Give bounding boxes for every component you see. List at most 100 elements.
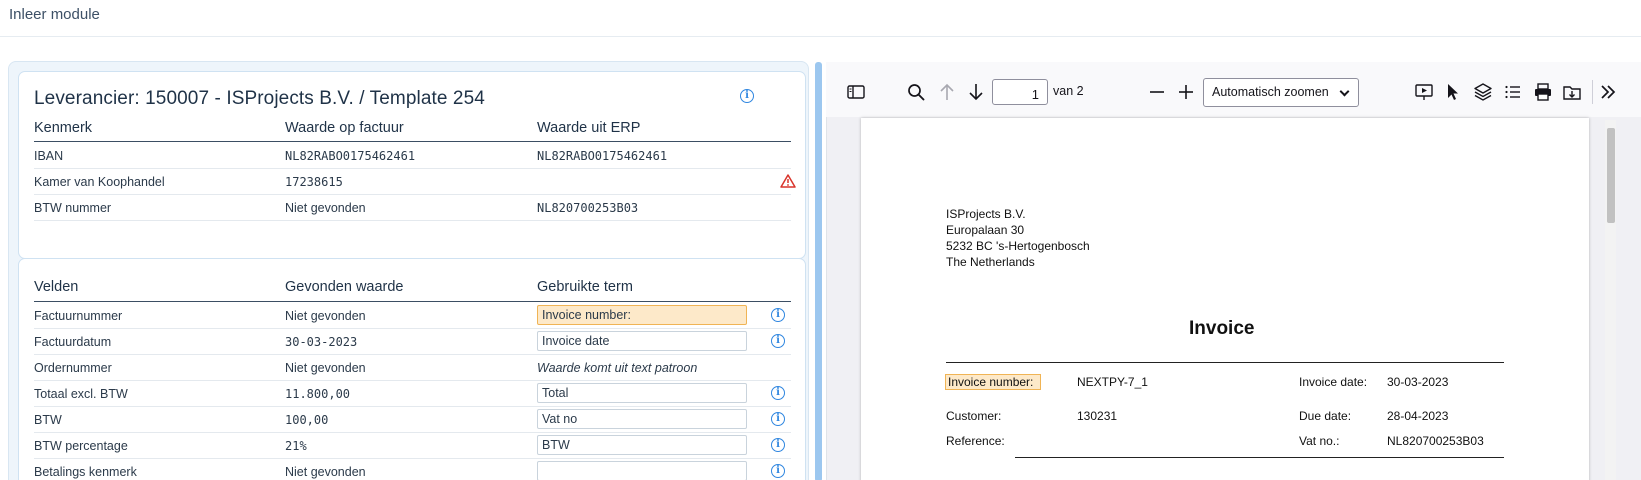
- supplier-table-header: Kenmerk Waarde op factuur Waarde uit ERP: [34, 116, 791, 142]
- reference-label: Reference:: [946, 434, 1005, 448]
- row-invoice-value: NL82RABO0175462461: [285, 149, 416, 163]
- info-icon[interactable]: i: [740, 89, 754, 103]
- row-term-note: Waarde komt uit text patroon: [537, 361, 698, 375]
- address-line: The Netherlands: [946, 255, 1035, 269]
- info-icon[interactable]: i: [771, 464, 785, 478]
- table-row: Totaal excl. BTW 11.800,00 i: [34, 381, 791, 407]
- module-title: Inleer module: [9, 6, 100, 23]
- term-input[interactable]: [537, 331, 747, 351]
- panel-splitter[interactable]: [815, 62, 822, 480]
- row-found-value: Niet gevonden: [285, 361, 366, 375]
- page-number-input[interactable]: [992, 79, 1048, 105]
- customer-label: Customer:: [946, 409, 1002, 423]
- column-header-velden: Velden: [34, 279, 79, 295]
- vat-label: Vat no.:: [1299, 434, 1340, 448]
- column-header-found-value: Gevonden waarde: [285, 279, 404, 295]
- row-label: IBAN: [34, 149, 64, 163]
- row-found-value: 100,00: [285, 413, 329, 427]
- sidebar-toggle-icon[interactable]: [845, 81, 867, 103]
- row-found-value: 21%: [285, 439, 307, 453]
- table-row: Ordernummer Niet gevonden Waarde komt ui…: [34, 355, 791, 381]
- table-row: Factuurnummer Niet gevonden i: [34, 303, 791, 329]
- save-icon[interactable]: [1561, 81, 1583, 103]
- info-icon[interactable]: i: [771, 438, 785, 452]
- row-found-value: 11.800,00: [285, 387, 351, 401]
- pdf-scrollbar[interactable]: [1605, 120, 1616, 480]
- address-line: Europalaan 30: [946, 223, 1025, 237]
- invoice-number-label: Invoice number:: [948, 375, 1034, 389]
- row-label: Betalings kenmerk: [34, 465, 137, 479]
- term-input[interactable]: [537, 461, 747, 480]
- table-row: Kamer van Koophandel 17238615: [34, 169, 796, 195]
- info-icon[interactable]: i: [771, 334, 785, 348]
- divider: [1015, 457, 1504, 458]
- row-label: BTW nummer: [34, 201, 112, 215]
- fields-card: Velden Gevonden waarde Gebruikte term Fa…: [18, 258, 806, 480]
- table-row: BTW 100,00 i: [34, 407, 791, 433]
- row-label: Ordernummer: [34, 361, 112, 375]
- vat-value: NL820700253B03: [1387, 434, 1484, 448]
- presentation-mode-icon[interactable]: [1413, 81, 1435, 103]
- table-row: BTW nummer Niet gevonden NL820700253B03: [34, 195, 791, 221]
- row-found-value: 30-03-2023: [285, 335, 358, 349]
- invoice-title: Invoice: [1189, 318, 1255, 339]
- page-count: van 2: [1053, 84, 1084, 98]
- row-found-value: Niet gevonden: [285, 465, 366, 479]
- invoice-date-value: 30-03-2023: [1387, 375, 1449, 389]
- info-icon[interactable]: i: [771, 386, 785, 400]
- fields-table-header: Velden Gevonden waarde Gebruikte term: [34, 273, 791, 302]
- row-invoice-value: 17238615: [285, 175, 343, 189]
- table-row: Betalings kenmerk Niet gevonden i: [34, 459, 791, 480]
- term-input[interactable]: [537, 305, 747, 325]
- supplier-title: Leverancier: 150007 - ISProjects B.V. / …: [34, 88, 485, 109]
- print-icon[interactable]: [1532, 81, 1554, 103]
- row-label: Kamer van Koophandel: [34, 175, 165, 189]
- term-input[interactable]: [537, 435, 747, 455]
- divider: [946, 362, 1504, 363]
- address-line: ISProjects B.V.: [946, 207, 1026, 221]
- row-erp-value: NL820700253B03: [537, 201, 639, 215]
- row-label: Factuurdatum: [34, 335, 112, 349]
- pdf-page: [861, 118, 1589, 480]
- zoom-select[interactable]: Automatisch zoomen: [1203, 78, 1359, 107]
- next-page-icon[interactable]: [965, 81, 987, 103]
- info-icon[interactable]: i: [771, 412, 785, 426]
- scrollbar-thumb[interactable]: [1607, 128, 1615, 223]
- layers-icon[interactable]: [1472, 81, 1494, 103]
- row-label: Totaal excl. BTW: [34, 387, 128, 401]
- table-row: Factuurdatum 30-03-2023 i: [34, 329, 791, 355]
- double-chevron-right-icon[interactable]: [1597, 81, 1619, 103]
- column-header-used-term: Gebruikte term: [537, 279, 633, 295]
- invoice-date-label: Invoice date:: [1299, 375, 1368, 389]
- term-input[interactable]: [537, 409, 747, 429]
- top-bar: Inleer module: [0, 0, 1641, 37]
- row-label: Factuurnummer: [34, 309, 123, 323]
- row-erp-value: NL82RABO0175462461: [537, 149, 668, 163]
- row-label: BTW: [34, 413, 62, 427]
- table-row: IBAN NL82RABO0175462461 NL82RABO01754624…: [34, 143, 791, 169]
- term-input[interactable]: [537, 383, 747, 403]
- previous-page-icon[interactable]: [936, 81, 958, 103]
- row-found-value: Niet gevonden: [285, 309, 366, 323]
- zoom-out-icon[interactable]: [1146, 81, 1168, 103]
- row-label: BTW percentage: [34, 439, 128, 453]
- cursor-icon[interactable]: [1442, 81, 1464, 103]
- column-header-erp-value: Waarde uit ERP: [537, 120, 641, 136]
- supplier-card: Leverancier: 150007 - ISProjects B.V. / …: [18, 71, 806, 259]
- customer-value: 130231: [1077, 409, 1118, 423]
- address-line: 5232 BC 's-Hertogenbosch: [946, 239, 1090, 253]
- toolbar-separator: [1592, 80, 1593, 104]
- zoom-in-icon[interactable]: [1175, 81, 1197, 103]
- column-header-kenmerk: Kenmerk: [34, 120, 93, 136]
- row-invoice-value: Niet gevonden: [285, 201, 366, 215]
- warning-icon: [780, 174, 796, 188]
- due-date-label: Due date:: [1299, 409, 1352, 423]
- zoom-select-value: Automatisch zoomen: [1212, 85, 1329, 99]
- info-icon[interactable]: i: [771, 308, 785, 322]
- chevron-down-icon: [1339, 86, 1350, 97]
- search-icon[interactable]: [905, 81, 927, 103]
- document-outline-icon[interactable]: [1502, 81, 1524, 103]
- due-date-value: 28-04-2023: [1387, 409, 1449, 423]
- invoice-number-value: NEXTPY-7_1: [1077, 375, 1148, 389]
- column-header-invoice-value: Waarde op factuur: [285, 120, 404, 136]
